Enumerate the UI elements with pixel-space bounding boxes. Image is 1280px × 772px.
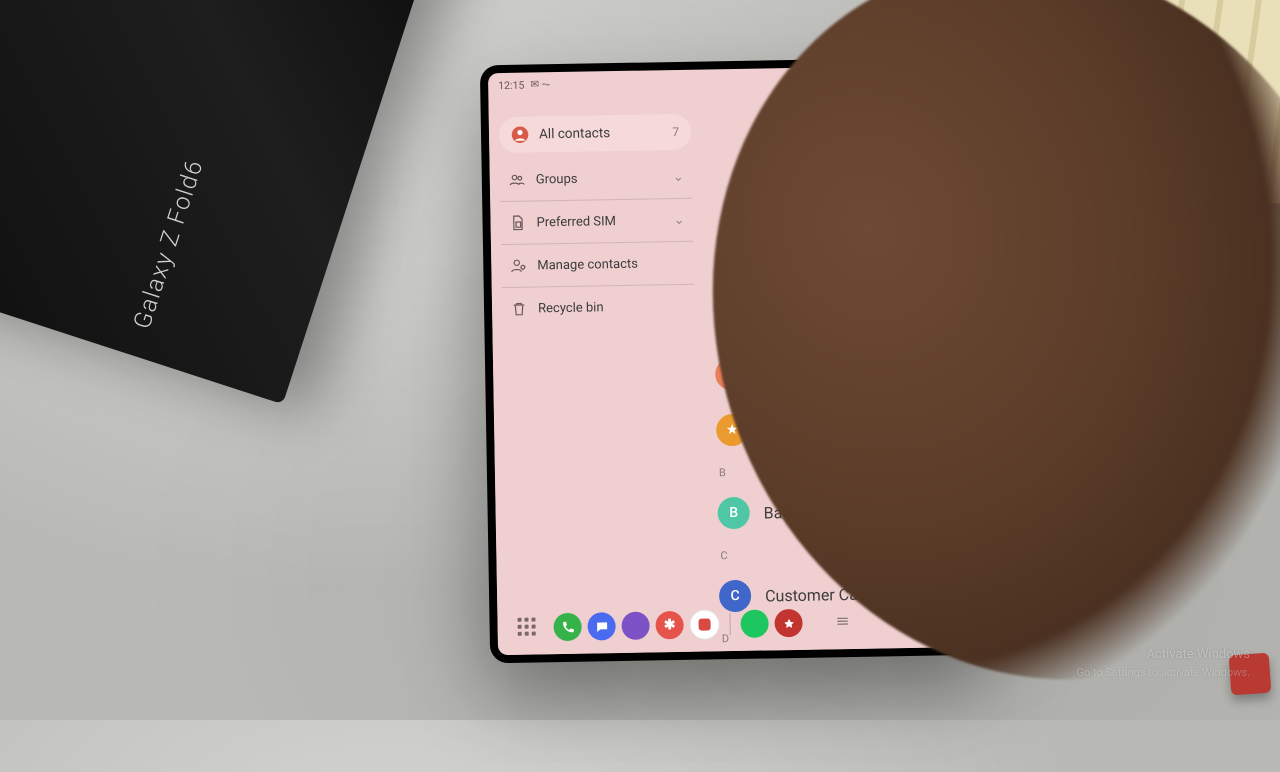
dock-screenrec-icon[interactable]: [689, 609, 720, 640]
dock-app-purple-icon[interactable]: [621, 612, 649, 640]
sidebar-label: Manage contacts: [537, 256, 638, 273]
avatar: B: [717, 497, 750, 530]
sidebar-item-all-contacts[interactable]: All contacts 7: [499, 114, 692, 153]
sim-icon: [508, 214, 526, 232]
dock-divider: [729, 613, 730, 635]
dock-messages-icon[interactable]: [587, 612, 615, 640]
sidebar-item-preferred-sim[interactable]: Preferred SIM ⌄: [500, 199, 693, 245]
contact-name: Balance Enq: [764, 501, 852, 522]
dock: ✱: [553, 608, 802, 642]
contact-name: Camerone Wanarua: [761, 362, 902, 383]
dock-spotify-icon[interactable]: [740, 609, 768, 637]
search-icon[interactable]: [946, 279, 972, 305]
windows-activate-watermark: Activate Windows Go to Settings to activ…: [1076, 646, 1250, 680]
sidebar-label: All contacts: [539, 125, 610, 142]
sidebar-item-manage-contacts[interactable]: Manage contacts: [501, 242, 694, 288]
background-product-box: [0, 0, 456, 404]
status-indicators: ✉ ⏦: [530, 77, 550, 91]
star-icon: ★: [716, 414, 749, 447]
android-nav: [833, 610, 961, 632]
watermark-sub: Go to Settings to activate Windows.: [1076, 665, 1250, 680]
watermark-title: Activate Windows: [1076, 646, 1250, 664]
sidebar-label: Recycle bin: [538, 300, 604, 316]
nav-back-icon[interactable]: [947, 611, 961, 630]
sidebar-label: Preferred SIM: [536, 214, 616, 230]
nav-home-icon[interactable]: [891, 611, 907, 631]
favourite-label: Add your favourite contacts: [762, 417, 958, 439]
panel-header-space: [700, 89, 975, 280]
contacts-app: All contacts 7 Groups ⌄ Preferred SIM ⌄: [488, 89, 982, 655]
sidebar-item-recycle-bin[interactable]: Recycle bin: [502, 285, 695, 330]
dock-pdf-icon[interactable]: [774, 609, 802, 637]
dock-app-red-icon[interactable]: ✱: [655, 611, 683, 639]
contacts-panel: My profile Camerone Wanarua ★ Add your f…: [700, 89, 982, 652]
taskbar: ✱: [497, 597, 982, 655]
background-blocks: [1046, 0, 1280, 207]
device-screen: 12:15 ✉ ⏦ All contacts 7 Groups: [488, 65, 982, 655]
hamburger-icon[interactable]: [710, 283, 736, 309]
contact-row[interactable]: B Balance Enq: [711, 481, 976, 542]
contact-icon: [511, 126, 529, 144]
trash-icon: [510, 300, 528, 318]
background-corner-card: [1229, 653, 1272, 696]
my-profile-row[interactable]: Camerone Wanarua: [709, 342, 974, 403]
panel-toolbar: [704, 275, 977, 324]
foldable-device-frame: 12:15 ✉ ⏦ All contacts 7 Groups: [480, 57, 990, 664]
add-favourite-row[interactable]: ★ Add your favourite contacts: [710, 398, 975, 459]
apps-grid-icon[interactable]: [517, 617, 537, 637]
chevron-down-icon: ⌄: [674, 212, 685, 227]
groups-icon: [508, 171, 526, 189]
sidebar: All contacts 7 Groups ⌄ Preferred SIM ⌄: [488, 94, 710, 656]
chevron-down-icon: ⌄: [673, 169, 684, 184]
dock-phone-icon[interactable]: [553, 613, 581, 641]
manage-contacts-icon: [509, 257, 527, 275]
all-contacts-count: 7: [672, 125, 679, 139]
sidebar-item-groups[interactable]: Groups ⌄: [499, 156, 692, 202]
sidebar-label: Groups: [536, 171, 578, 187]
add-icon[interactable]: [906, 280, 932, 306]
status-time: 12:15: [498, 78, 524, 91]
avatar: [715, 358, 748, 391]
nav-recent-icon[interactable]: [833, 613, 851, 632]
